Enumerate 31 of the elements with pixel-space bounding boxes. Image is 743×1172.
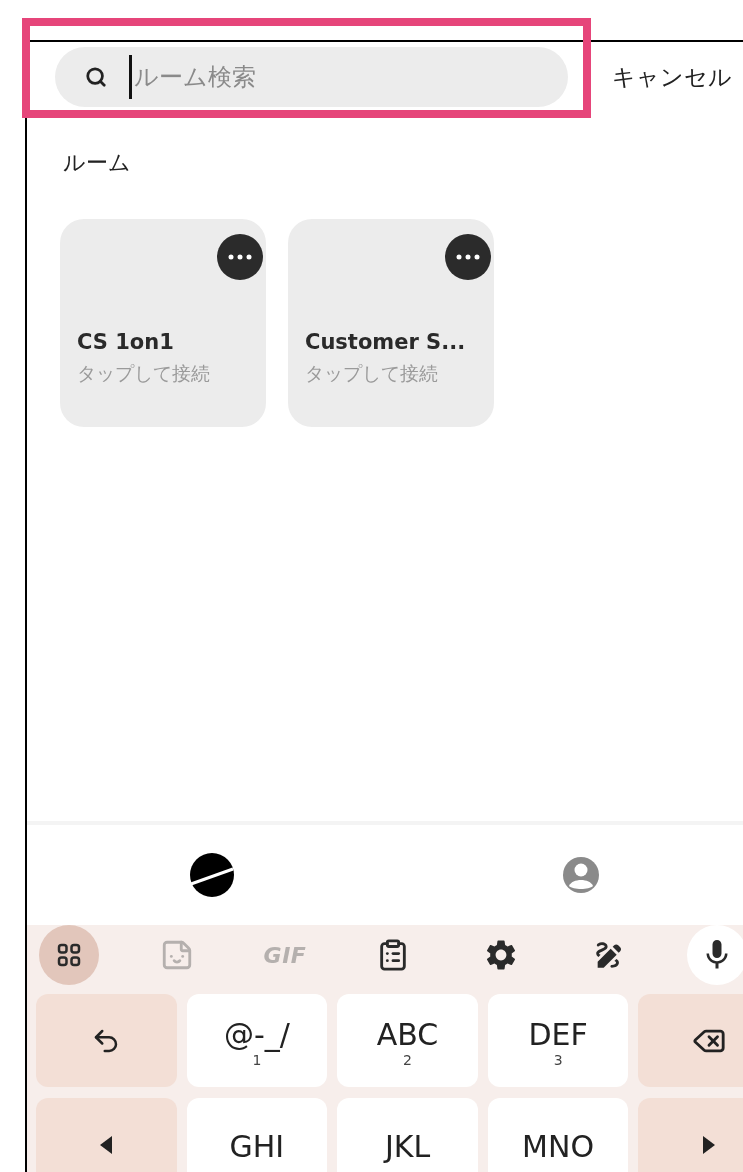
cancel-button[interactable]: キャンセル	[612, 59, 732, 95]
more-icon	[228, 254, 252, 260]
keyboard-key[interactable]: JKL	[337, 1098, 478, 1172]
more-icon	[456, 254, 480, 260]
planet-icon	[188, 852, 235, 898]
room-subtitle: タップして接続	[77, 360, 211, 386]
mic-button[interactable]	[687, 925, 743, 985]
room-name: Customer S...	[305, 329, 467, 356]
room-name: CS 1on1	[77, 329, 175, 356]
gif-label: GIF	[263, 941, 307, 970]
keyboard-key[interactable]: GHI	[186, 1098, 328, 1172]
section-title: ルーム	[63, 149, 132, 177]
search-icon	[85, 66, 107, 88]
room-subtitle: タップして接続	[305, 360, 439, 386]
room-card[interactable]: CS 1on1 タップして接続	[60, 219, 266, 427]
text-cursor	[129, 55, 132, 99]
apps-button[interactable]	[39, 925, 99, 985]
keyboard-key[interactable]: @-_/ 1	[186, 994, 328, 1087]
search-bar[interactable]: ルーム検索	[55, 47, 568, 107]
room-card[interactable]: Customer S... タップして接続	[288, 219, 494, 427]
keyboard-key[interactable]: DEF 3	[487, 994, 629, 1087]
backspace-key[interactable]	[638, 994, 743, 1087]
search-input[interactable]: ルーム検索	[134, 59, 568, 95]
account-icon	[561, 856, 600, 894]
right-arrow-icon	[702, 1135, 715, 1154]
sticker-icon	[160, 938, 194, 972]
keyboard-key[interactable]: MNO	[487, 1098, 629, 1172]
keyboard-key[interactable]: ABC 2	[337, 994, 478, 1087]
left-arrow-icon	[100, 1135, 113, 1154]
more-button[interactable]	[445, 234, 491, 280]
more-button[interactable]	[217, 234, 263, 280]
